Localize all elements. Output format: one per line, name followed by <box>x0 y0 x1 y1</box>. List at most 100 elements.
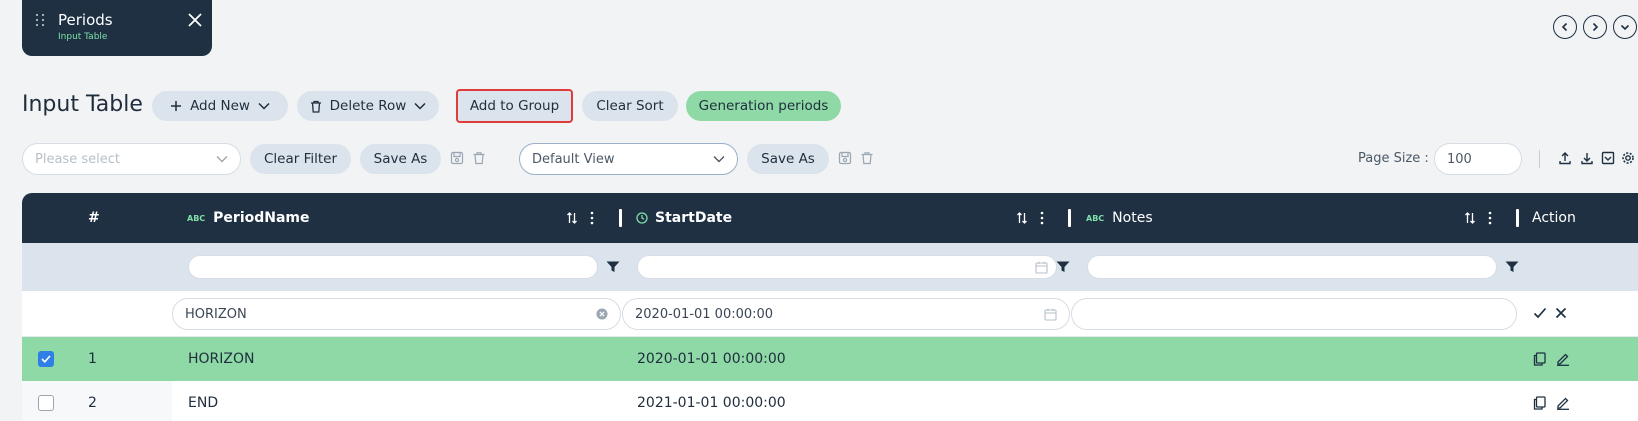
column-header-periodname[interactable]: ABC PeriodName <box>187 193 310 243</box>
upload-icon[interactable] <box>1558 151 1572 165</box>
column-resize-handle[interactable] <box>1516 209 1519 227</box>
input-table: # ABC PeriodName StartDate ABC Notes Act… <box>22 193 1638 421</box>
new-row-editor: HORIZON 2020-01-01 00:00:00 <box>22 291 1638 337</box>
confirm-icon[interactable] <box>1533 307 1547 319</box>
column-chooser-icon[interactable] <box>1601 151 1615 165</box>
drag-handle-icon[interactable] <box>36 14 48 28</box>
periodname-cell[interactable]: HORIZON <box>188 337 255 381</box>
column-header-startdate[interactable]: StartDate <box>636 193 732 243</box>
chevron-right-icon[interactable] <box>1583 15 1607 39</box>
save-as-filter-button[interactable]: Save As <box>360 144 441 174</box>
periods-tab[interactable]: Periods Input Table <box>22 0 212 56</box>
calendar-icon[interactable] <box>1035 261 1048 274</box>
clear-sort-button[interactable]: Clear Sort <box>582 91 678 121</box>
trash-icon[interactable] <box>472 151 486 165</box>
chevron-left-icon[interactable] <box>1553 15 1577 39</box>
column-resize-handle[interactable] <box>1068 209 1071 227</box>
clear-filter-label: Clear Filter <box>263 151 338 167</box>
row-index: 2 <box>88 395 97 411</box>
clear-sort-label: Clear Sort <box>596 98 664 114</box>
periodname-filter-input[interactable] <box>188 255 598 279</box>
kebab-menu-icon[interactable] <box>1488 211 1492 225</box>
column-header-action: Action <box>1532 210 1576 226</box>
chevron-down-icon <box>258 102 270 110</box>
chevron-down-icon <box>216 156 228 163</box>
edit-icon[interactable] <box>1556 396 1570 410</box>
kebab-menu-icon[interactable] <box>590 211 594 225</box>
trash-icon[interactable] <box>860 151 874 165</box>
filter-select[interactable]: Please select <box>22 143 241 175</box>
clear-filter-button[interactable]: Clear Filter <box>250 144 351 174</box>
generation-periods-button[interactable]: Generation periods <box>686 91 841 121</box>
gear-icon[interactable] <box>1621 151 1635 165</box>
filter-icon[interactable] <box>606 261 620 273</box>
notes-filter-input[interactable] <box>1087 255 1497 279</box>
page-size-input[interactable]: 100 <box>1434 143 1522 175</box>
save-as-view-label: Save As <box>761 151 815 167</box>
row-index: 1 <box>88 351 97 367</box>
delete-row-label: Delete Row <box>329 98 407 114</box>
copy-icon[interactable] <box>1533 396 1546 410</box>
startdate-edit-value: 2020-01-01 00:00:00 <box>635 306 774 322</box>
save-icon[interactable] <box>450 151 464 165</box>
clock-icon <box>636 212 648 224</box>
column-resize-handle[interactable] <box>619 209 622 227</box>
kebab-menu-icon[interactable] <box>1040 211 1044 225</box>
column-tools <box>1464 193 1492 243</box>
add-to-group-button[interactable]: Add to Group <box>458 91 571 121</box>
tab-title: Periods <box>58 11 113 29</box>
column-header-index: # <box>88 210 100 226</box>
periodname-edit-value: HORIZON <box>185 306 247 322</box>
delete-row-button[interactable]: Delete Row <box>297 91 439 121</box>
table-row[interactable]: 2 END 2021-01-01 00:00:00 <box>22 381 1638 421</box>
sort-icon[interactable] <box>566 211 578 225</box>
save-as-filter-label: Save As <box>373 151 428 167</box>
row-checkbox[interactable] <box>38 351 54 367</box>
copy-icon[interactable] <box>1533 352 1546 366</box>
divider <box>1539 150 1540 168</box>
add-to-group-label: Add to Group <box>469 98 560 114</box>
startdate-edit-input[interactable]: 2020-01-01 00:00:00 <box>622 298 1070 330</box>
sort-icon[interactable] <box>1016 211 1028 225</box>
filter-icon[interactable] <box>1505 261 1519 273</box>
column-header-label: StartDate <box>655 210 733 226</box>
calendar-icon[interactable] <box>1044 308 1057 321</box>
startdate-cell[interactable]: 2021-01-01 00:00:00 <box>637 381 786 421</box>
trash-icon <box>310 100 321 113</box>
plus-icon <box>171 101 182 111</box>
save-as-view-button[interactable]: Save As <box>747 144 829 174</box>
checkmark-icon <box>41 355 51 363</box>
page-size-label: Page Size : <box>1358 151 1429 166</box>
add-new-button[interactable]: Add New <box>152 91 288 121</box>
add-new-label: Add New <box>190 98 250 114</box>
close-icon[interactable] <box>185 10 205 30</box>
notes-edit-input[interactable] <box>1071 298 1517 330</box>
cancel-icon[interactable] <box>1555 307 1567 319</box>
save-icon[interactable] <box>838 151 852 165</box>
page-title: Input Table <box>22 92 143 117</box>
periodname-edit-input[interactable]: HORIZON <box>172 298 621 330</box>
text-type-icon: ABC <box>1086 213 1105 223</box>
chevron-down-icon[interactable] <box>1613 15 1637 39</box>
column-tools <box>566 193 594 243</box>
table-row[interactable]: 1 HORIZON 2020-01-01 00:00:00 <box>22 337 1638 381</box>
edit-icon[interactable] <box>1556 352 1570 366</box>
column-header-label: PeriodName <box>213 210 310 226</box>
column-tools <box>1016 193 1044 243</box>
filter-icon[interactable] <box>1056 261 1070 273</box>
sort-icon[interactable] <box>1464 211 1476 225</box>
download-icon[interactable] <box>1580 151 1594 165</box>
column-header-notes[interactable]: ABC Notes <box>1086 193 1153 243</box>
startdate-filter-input[interactable] <box>637 255 1057 279</box>
row-checkbox[interactable] <box>38 395 54 411</box>
startdate-cell[interactable]: 2020-01-01 00:00:00 <box>637 337 786 381</box>
view-select-value: Default View <box>532 151 615 167</box>
text-type-icon: ABC <box>187 213 206 223</box>
view-select[interactable]: Default View <box>519 143 738 175</box>
filter-select-placeholder: Please select <box>35 151 120 167</box>
clear-icon[interactable] <box>596 308 608 320</box>
tab-subtitle: Input Table <box>58 32 108 42</box>
periodname-cell[interactable]: END <box>188 381 218 421</box>
chevron-down-icon <box>414 102 426 110</box>
chevron-down-icon <box>713 156 725 163</box>
